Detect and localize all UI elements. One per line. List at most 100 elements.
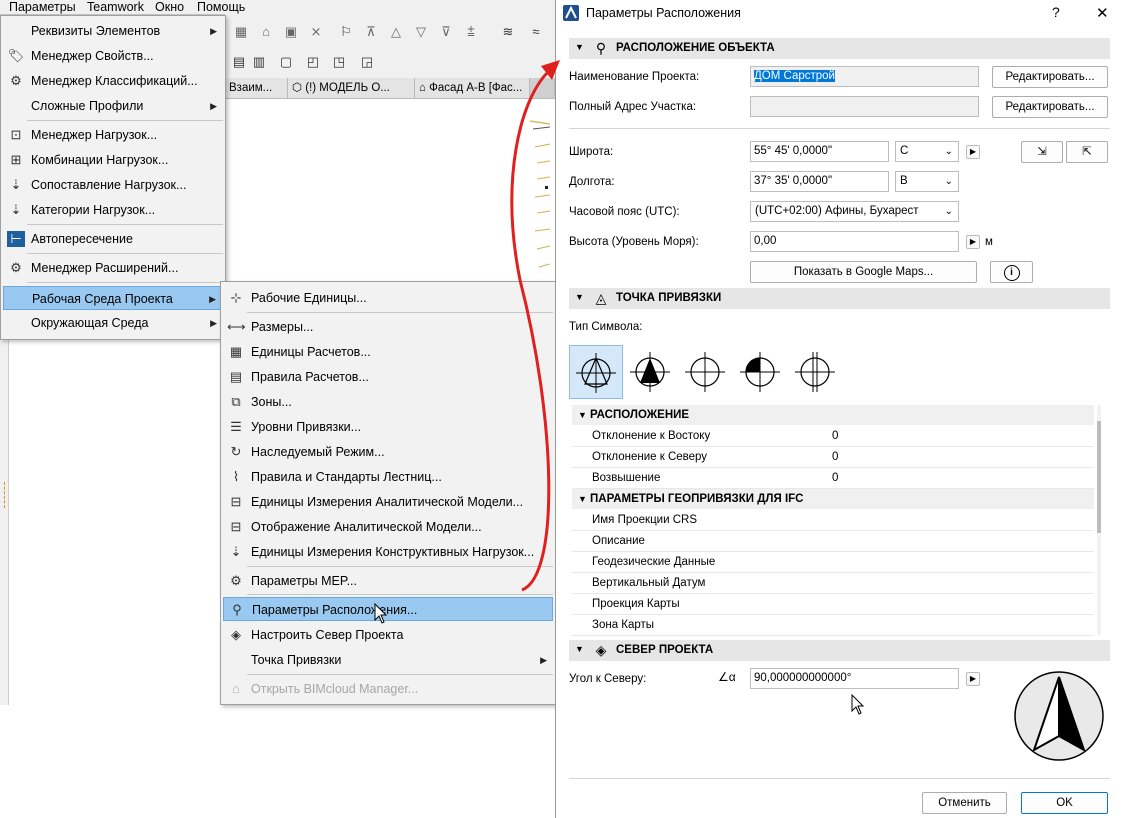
section-survey-point-header[interactable]: ▼ ◬ ТОЧКА ПРИВЯЗКИ <box>569 288 1110 309</box>
tree-scrollbar[interactable] <box>1097 405 1101 635</box>
help-button[interactable]: ? <box>1052 4 1060 20</box>
north-angle-input[interactable]: 90,000000000000° <box>750 668 959 689</box>
menu-item-survey-point[interactable]: Точка Привязки ▶ <box>223 648 553 672</box>
menu-item-analytical-units[interactable]: ⊟ Единицы Измерения Аналитической Модели… <box>223 490 553 514</box>
tree-row[interactable]: Возвышение 0 <box>572 468 1094 489</box>
menu-item-element-attributes[interactable]: Реквизиты Элементов ▶ <box>3 19 223 43</box>
toolbar-tool-icon[interactable]: ▦ <box>233 24 249 40</box>
toolbar-tool-icon[interactable]: ⌂ <box>258 24 274 40</box>
triangle-up-icon[interactable]: △ <box>388 24 404 40</box>
info-button[interactable]: i <box>990 261 1033 283</box>
full-address-field[interactable] <box>750 96 979 117</box>
toolbar-tool-icon[interactable]: ⩲ <box>463 24 479 40</box>
menu-item-project-preferences[interactable]: Рабочая Среда Проекта ▶ <box>3 286 223 310</box>
menu-parameters[interactable]: Параметры <box>9 0 76 14</box>
menu-item-load-mapping[interactable]: ⇣ Сопоставление Нагрузок... <box>3 173 223 197</box>
menu-item-analytical-display[interactable]: ⊟ Отображение Аналитической Модели... <box>223 515 553 539</box>
tree-row[interactable]: Проекция Карты <box>572 594 1094 615</box>
tree-row[interactable]: Отклонение к Востоку 0 <box>572 426 1094 447</box>
menu-item-complex-profiles[interactable]: Сложные Профили ▶ <box>3 94 223 118</box>
latitude-direction-select[interactable]: С ⌄ <box>895 141 959 162</box>
tab-elevation[interactable]: ⌂ Фасад А-В [Фас... <box>415 78 530 98</box>
menu-item-load-categories[interactable]: ⇣ Категории Нагрузок... <box>3 198 223 222</box>
toolbar-tool-icon[interactable]: ▥ <box>251 54 267 70</box>
expand-arrow-button[interactable]: ▶ <box>966 235 980 249</box>
scrollbar-thumb[interactable] <box>1097 421 1101 533</box>
symbol-option-4[interactable] <box>734 345 788 399</box>
cancel-button[interactable]: Отменить <box>922 792 1007 814</box>
placement-group-header[interactable]: ▼ РАСПОЛОЖЕНИЕ <box>572 405 1094 425</box>
tab-view[interactable]: Взаим... <box>225 78 288 98</box>
longitude-input[interactable]: 37° 35' 0,0000" <box>750 171 889 192</box>
toolbar-tool-icon[interactable]: ▢ <box>278 54 294 70</box>
expand-arrow-button[interactable]: ▶ <box>966 672 980 686</box>
tree-row[interactable]: Имя Проекции CRS <box>572 510 1094 531</box>
menu-item-stair-rules[interactable]: ⌇ Правила и Стандарты Лестниц... <box>223 465 553 489</box>
row-value[interactable]: 0 <box>832 426 838 446</box>
expand-arrow-button[interactable]: ▶ <box>966 145 980 159</box>
export-location-button[interactable]: ⇱ <box>1066 141 1108 163</box>
menu-item-environment[interactable]: Окружающая Среда ▶ <box>3 311 223 335</box>
menu-item-working-units[interactable]: ⊹ Рабочие Единицы... <box>223 286 553 310</box>
mouse-cursor-icon <box>851 694 865 715</box>
close-button[interactable]: ✕ <box>1096 4 1109 22</box>
project-name-field[interactable]: ДОМ Сарстрой <box>750 66 979 87</box>
row-value[interactable]: 0 <box>832 468 838 488</box>
menu-item-project-north[interactable]: ◈ Настроить Север Проекта <box>223 623 553 647</box>
toolbar-tool-icon[interactable]: ▤ <box>231 54 247 70</box>
menu-item-legacy-mode[interactable]: ↻ Наследуемый Режим... <box>223 440 553 464</box>
menu-item-auto-intersection[interactable]: ⊢ Автопересечение <box>3 227 223 251</box>
toolbar-tool-icon[interactable]: ◰ <box>305 54 321 70</box>
tree-row[interactable]: Отклонение к Северу 0 <box>572 447 1094 468</box>
tree-row[interactable]: Геодезические Данные <box>572 552 1094 573</box>
tab-model[interactable]: ⬡ (!) МОДЕЛЬ О... <box>288 78 415 98</box>
menu-item-zones[interactable]: ⧉ Зоны... <box>223 390 553 414</box>
wave-icon[interactable]: ≈ <box>528 24 544 40</box>
symbol-option-1[interactable] <box>569 345 623 399</box>
elevation-input[interactable]: 0,00 <box>750 231 959 252</box>
menu-item-calculation-rules[interactable]: ▤ Правила Расчетов... <box>223 365 553 389</box>
menu-item-mep[interactable]: ⚙ Параметры MEP... <box>223 569 553 593</box>
menu-window[interactable]: Окно <box>155 0 184 14</box>
menu-teamwork[interactable]: Teamwork <box>87 0 144 14</box>
symbol-option-3[interactable] <box>679 345 733 399</box>
tree-row[interactable]: Зона Карты <box>572 615 1094 636</box>
toolbar-tool-icon[interactable]: ⨯ <box>308 24 324 40</box>
ifc-group-header[interactable]: ▼ ПАРАМЕТРЫ ГЕОПРИВЯЗКИ ДЛЯ IFC <box>572 489 1094 509</box>
menu-help[interactable]: Помощь <box>197 0 245 14</box>
menu-item-reference-levels[interactable]: ☰ Уровни Привязки... <box>223 415 553 439</box>
menu-item-structural-load-units[interactable]: ⇣ Единицы Измерения Конструктивных Нагру… <box>223 540 553 564</box>
menu-item-calculation-units[interactable]: ▦ Единицы Расчетов... <box>223 340 553 364</box>
ok-button[interactable]: OK <box>1021 792 1108 814</box>
toolbar-tool-icon[interactable]: ⊽ <box>438 24 454 40</box>
menu-item-add-on-manager[interactable]: ⚙ Менеджер Расширений... <box>3 256 223 280</box>
menu-item-load-combinations[interactable]: ⊞ Комбинации Нагрузок... <box>3 148 223 172</box>
edit-project-name-button[interactable]: Редактировать... <box>992 66 1108 88</box>
menu-item-dimensions[interactable]: ⟷ Размеры... <box>223 315 553 339</box>
triangle-down-icon[interactable]: ▽ <box>413 24 429 40</box>
toolbar-tool-icon[interactable]: ⊼ <box>363 24 379 40</box>
longitude-direction-select[interactable]: В ⌄ <box>895 171 959 192</box>
section-location-header[interactable]: ▼ ⚲ РАСПОЛОЖЕНИЕ ОБЪЕКТА <box>569 38 1110 59</box>
toolbar-tool-icon[interactable]: ◳ <box>331 54 347 70</box>
flag-icon[interactable]: ⚐ <box>338 24 354 40</box>
toolbar-tool-icon[interactable]: ◲ <box>359 54 375 70</box>
toolbar-tool-icon[interactable]: ▣ <box>283 24 299 40</box>
menu-item-location[interactable]: ⚲ Параметры Расположения... <box>223 597 553 621</box>
edit-address-button[interactable]: Редактировать... <box>992 96 1108 118</box>
latitude-input[interactable]: 55° 45' 0,0000" <box>750 141 889 162</box>
tree-row[interactable]: Вертикальный Датум <box>572 573 1094 594</box>
menu-item-properties-manager[interactable]: 🏷 Менеджер Свойств... <box>3 44 223 68</box>
section-project-north-header[interactable]: ▼ ◈ СЕВЕР ПРОЕКТА <box>569 640 1110 661</box>
menu-item-classification-manager[interactable]: ⚙ Менеджер Классификаций... <box>3 69 223 93</box>
layers-icon[interactable]: ≋ <box>500 24 516 40</box>
google-maps-button[interactable]: Показать в Google Maps... <box>750 261 977 283</box>
menu-item-load-manager[interactable]: ⊡ Менеджер Нагрузок... <box>3 123 223 147</box>
symbol-option-2[interactable] <box>624 345 678 399</box>
symbol-option-5[interactable] <box>789 345 843 399</box>
row-value[interactable]: 0 <box>832 447 838 467</box>
tab-more[interactable] <box>530 78 555 98</box>
import-location-button[interactable]: ⇲ <box>1021 141 1063 163</box>
tree-row[interactable]: Описание <box>572 531 1094 552</box>
timezone-select[interactable]: (UTC+02:00) Афины, Бухарест ⌄ <box>750 201 959 222</box>
